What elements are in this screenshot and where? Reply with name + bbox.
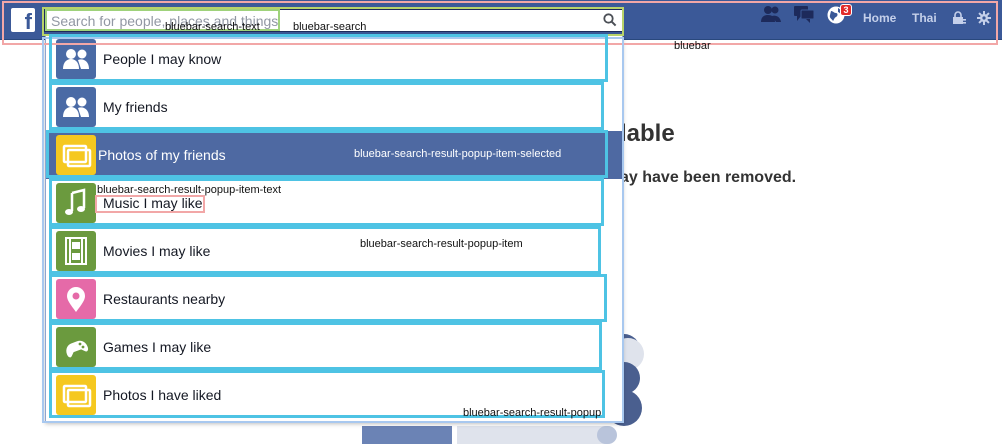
bluebar-search-result-popup-item-text: People I may know — [103, 51, 222, 67]
annotation-item-label: bluebar-search-result-popup-item — [360, 238, 523, 250]
people-icon — [56, 87, 96, 127]
bluebar-search-result-popup-item-text: Restaurants nearby — [103, 291, 226, 307]
bluebar-search-result-popup-item-text: Music I may like — [103, 195, 203, 211]
photos-icon — [56, 135, 96, 175]
bluebar-search-result-popup-item-text: Photos I have liked — [103, 387, 222, 403]
annotation-search-text-label: bluebar-search-text — [165, 21, 260, 33]
messages-icon[interactable] — [793, 4, 815, 24]
bluebar-search-result-popup-item[interactable]: My friends — [51, 83, 623, 131]
location-pin-icon — [56, 279, 96, 319]
bluebar-search-result-popup-item[interactable]: Games I may like — [51, 323, 623, 371]
page-unavailable-message: ay have been removed. — [620, 169, 797, 186]
gamepad-icon — [56, 327, 96, 367]
bluebar-search-result-popup-item[interactable]: People I may know — [51, 35, 623, 83]
home-link[interactable]: Home — [863, 11, 896, 25]
people-icon — [56, 39, 96, 79]
annotation-item-text-label: bluebar-search-result-popup-item-text — [97, 184, 282, 196]
facebook-logo[interactable]: f — [11, 8, 35, 32]
annotation-bluebar-label: bluebar — [674, 40, 711, 52]
profile-link[interactable]: Thai — [912, 11, 937, 25]
annotation-search-label: bluebar-search — [293, 21, 367, 33]
bluebar-search-result-popup-item[interactable]: Restaurants nearby — [51, 275, 623, 323]
bluebar-search-result-popup: People I may know My friends Photos of my … — [45, 34, 623, 422]
privacy-lock-icon[interactable] — [951, 11, 967, 25]
page-root: lable ay have been removed. f Search for… — [0, 0, 1002, 444]
settings-gear-icon[interactable] — [977, 11, 991, 25]
bluebar-search-result-popup-item-text: Movies I may like — [103, 243, 211, 259]
bluebar-search-result-popup-item-text: Photos of my friends — [98, 147, 226, 163]
bluebar-search-result-popup-item-text: My friends — [103, 99, 168, 115]
annotation-selected-label: bluebar-search-result-popup-item-selecte… — [354, 148, 562, 160]
music-note-icon — [56, 183, 96, 223]
friend-requests-icon[interactable] — [760, 4, 782, 24]
page-unavailable-title: lable — [620, 120, 675, 147]
bluebar-search-result-popup-item-text: Games I may like — [103, 339, 212, 355]
bluebar-search-result-popup-item[interactable]: Movies I may like — [51, 227, 623, 275]
photos-icon — [56, 375, 96, 415]
notification-count-badge: 3 — [840, 4, 852, 16]
annotation-popup-label: bluebar-search-result-popup — [463, 407, 602, 419]
search-icon[interactable] — [603, 13, 617, 27]
film-icon — [56, 231, 96, 271]
